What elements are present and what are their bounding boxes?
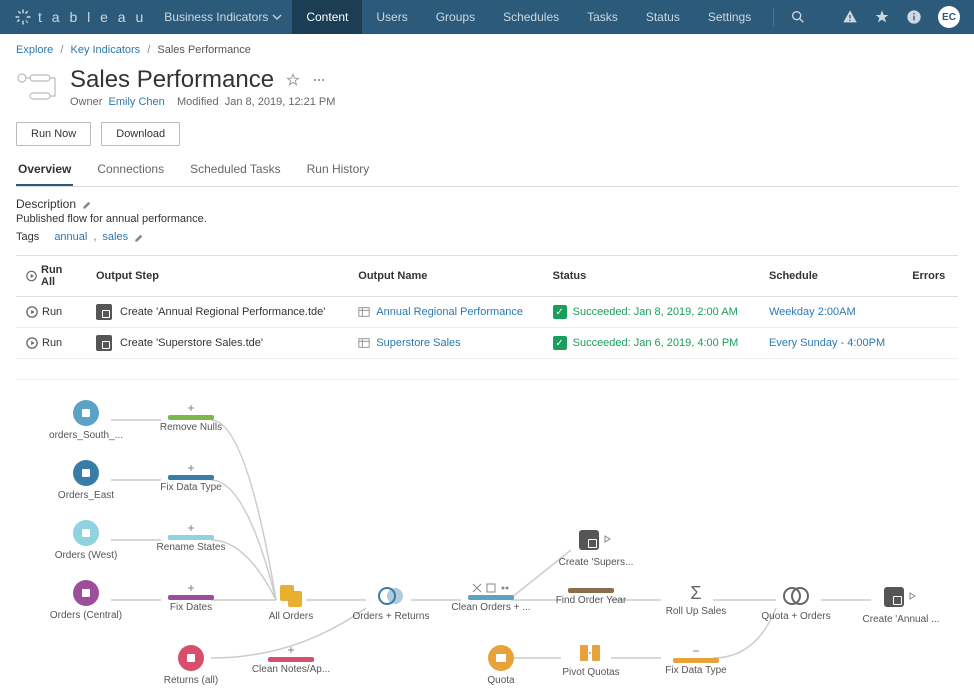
output-step-icon [96, 304, 112, 320]
nav-item[interactable]: Tasks [573, 0, 632, 34]
flow-source[interactable]: Returns (all) [146, 645, 236, 686]
flow-source[interactable]: orders_South_... [41, 400, 131, 441]
flow-step-pivot[interactable]: Pivot Quotas [546, 643, 636, 678]
flow-source[interactable]: Orders (West) [41, 520, 131, 561]
flow-step-join[interactable]: Orders + Returns [346, 585, 436, 622]
nav-item[interactable]: Status [632, 0, 694, 34]
outputs-table: Run All Output Step Output Name Status S… [16, 255, 958, 359]
nav-item[interactable]: Settings [694, 0, 765, 34]
flow-source[interactable]: Orders (Central) [41, 580, 131, 621]
logo[interactable]: t a b l e a u [14, 8, 146, 26]
output-link[interactable]: Superstore Sales [376, 337, 460, 349]
nav-item[interactable]: Schedules [489, 0, 573, 34]
more-actions-icon[interactable] [312, 73, 326, 87]
flow-step-union[interactable]: All Orders [246, 585, 336, 622]
tab[interactable]: Connections [95, 156, 166, 186]
edit-icon[interactable] [82, 199, 93, 210]
output-link[interactable]: Annual Regional Performance [376, 306, 523, 318]
tag[interactable]: annual [54, 231, 87, 243]
tag[interactable]: sales [102, 231, 128, 243]
avatar[interactable]: EC [938, 6, 960, 28]
star-icon[interactable] [874, 9, 890, 25]
nav-item[interactable]: Groups [422, 0, 489, 34]
status-badge: ✓Succeeded: Jan 8, 2019, 2:00 AM [553, 305, 738, 319]
favorite-star-icon[interactable] [286, 73, 300, 87]
chevron-down-icon [272, 12, 282, 22]
flow-icon [16, 70, 60, 106]
flow-step-aggregate[interactable]: ΣRoll Up Sales [651, 583, 741, 617]
run-all-button[interactable]: Run All [26, 264, 76, 288]
run-now-button[interactable]: Run Now [16, 122, 91, 146]
tab[interactable]: Overview [16, 156, 73, 186]
tab[interactable]: Run History [305, 156, 372, 186]
breadcrumb-current: Sales Performance [157, 44, 251, 56]
flow-step-clean[interactable]: Fix Data Type [651, 646, 741, 676]
flow-diagram: orders_South_... Orders_East Orders (West)… [16, 400, 958, 690]
status-badge: ✓Succeeded: Jan 6, 2019, 4:00 PM [553, 336, 739, 350]
schedule-link[interactable]: Every Sunday - 4:00PM [769, 337, 885, 349]
search-icon[interactable] [790, 9, 806, 25]
description-text: Published flow for annual performance. [16, 213, 958, 225]
flow-step-clean[interactable]: Remove Nulls [146, 403, 236, 433]
site-selector[interactable]: Business Indicators [164, 10, 282, 24]
flow-step-clean[interactable]: Rename States [146, 523, 236, 553]
owner-link[interactable]: Emily Chen [109, 96, 165, 108]
output-step-icon [96, 335, 112, 351]
datasource-icon [358, 337, 370, 349]
download-button[interactable]: Download [101, 122, 180, 146]
nav-item[interactable]: Content [292, 0, 362, 34]
breadcrumb-link[interactable]: Key Indicators [70, 44, 140, 56]
tabs: Overview Connections Scheduled Tasks Run Hi… [16, 156, 958, 187]
table-row: Run Create 'Superstore Sales.tde' Supers… [16, 328, 958, 359]
flow-step-clean[interactable]: Find Order Year [546, 588, 636, 606]
tags-label: Tags [16, 231, 39, 243]
flow-step-clean[interactable]: Fix Data Type [146, 463, 236, 493]
tab[interactable]: Scheduled Tasks [188, 156, 283, 186]
brand-text: t a b l e a u [38, 9, 146, 25]
flow-step-clean[interactable]: Clean Orders + ... [446, 583, 536, 613]
alert-icon[interactable] [842, 9, 858, 25]
nav-item[interactable]: Users [362, 0, 421, 34]
run-button[interactable]: Run [26, 306, 76, 318]
flow-step-clean[interactable]: Clean Notes/Ap... [246, 645, 336, 675]
meta-line: Owner Emily Chen Modified Jan 8, 2019, 1… [70, 96, 958, 108]
schedule-link[interactable]: Weekday 2:00AM [769, 306, 856, 318]
breadcrumb: Explore / Key Indicators / Sales Perform… [16, 34, 958, 62]
flow-step-join[interactable]: Quota + Orders [751, 585, 841, 622]
datasource-icon [358, 306, 370, 318]
page-title: Sales Performance [70, 66, 274, 94]
top-nav: t a b l e a u Business Indicators Conten… [0, 0, 974, 34]
flow-output[interactable]: Create 'Supers... [551, 530, 641, 568]
tableau-logo-icon [14, 8, 32, 26]
nav-items: ContentUsersGroupsSchedulesTasksStatusSe… [292, 0, 765, 34]
table-row: Run Create 'Annual Regional Performance.… [16, 297, 958, 328]
flow-output[interactable]: Create 'Annual ... [856, 587, 946, 625]
breadcrumb-link[interactable]: Explore [16, 44, 53, 56]
description-label: Description [16, 197, 76, 211]
edit-icon[interactable] [134, 232, 145, 243]
flow-source[interactable]: Orders_East [41, 460, 131, 501]
flow-source[interactable]: Quota [456, 645, 546, 686]
nav-separator [773, 8, 774, 26]
flow-step-clean[interactable]: Fix Dates [146, 583, 236, 613]
run-button[interactable]: Run [26, 337, 76, 349]
info-icon[interactable] [906, 9, 922, 25]
